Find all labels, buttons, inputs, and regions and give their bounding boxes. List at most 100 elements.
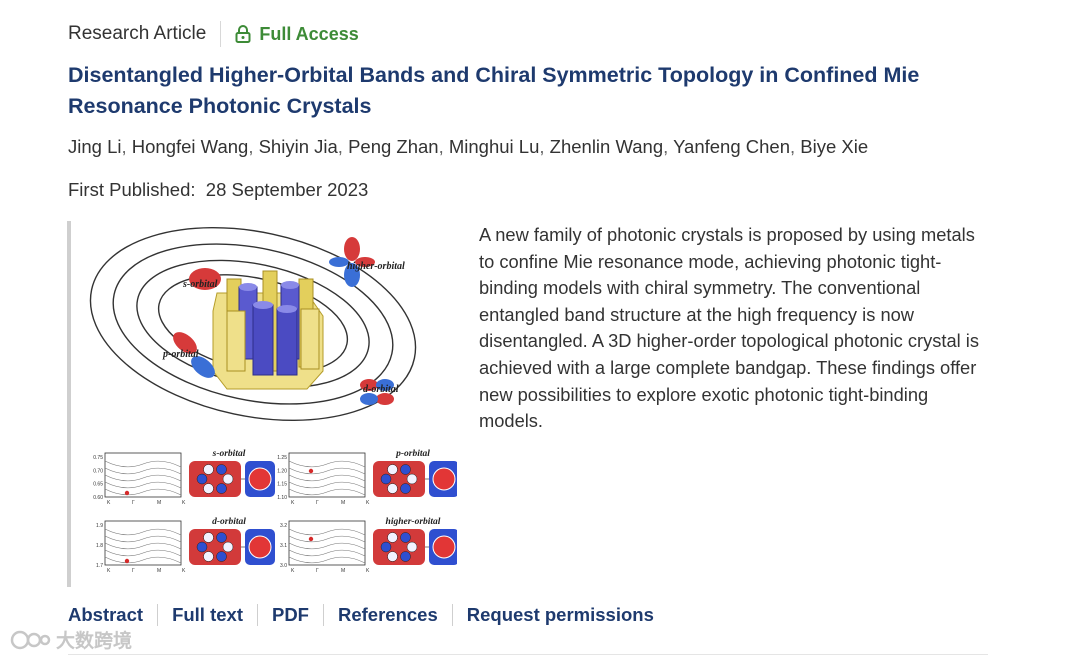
x-tick-label: M (157, 500, 161, 506)
author-separator: , (248, 136, 259, 157)
y-tick-label: 0.75 (93, 455, 103, 461)
field-lobe (400, 532, 411, 543)
y-tick-label: 1.10 (277, 495, 287, 501)
article-tabs: Abstract Full text PDF References Request pe… (68, 600, 654, 630)
header-divider (220, 21, 222, 47)
y-tick-label: 1.25 (277, 455, 287, 461)
field-lobe (196, 473, 208, 485)
y-tick-label: 1.7 (96, 563, 103, 569)
y-tick-label: 3.1 (280, 543, 287, 549)
watermark: 大数跨境 (10, 626, 132, 653)
author-name[interactable]: Jing Li (68, 136, 121, 157)
x-tick-label: Γ (316, 500, 319, 506)
field-lobe (406, 473, 418, 485)
author-name[interactable]: Peng Zhan (348, 136, 439, 157)
y-tick-label: 1.20 (277, 468, 287, 474)
field-zoom-circle (248, 535, 272, 559)
label-s-orbital: s-orbital (182, 279, 218, 290)
article-title[interactable]: Disentangled Higher-Orbital Bands and Ch… (68, 60, 1008, 122)
published-date: 28 September 2023 (205, 179, 369, 200)
label-p-orbital: p-orbital (162, 349, 199, 360)
tab-references[interactable]: References (338, 604, 438, 626)
x-tick-label: K (182, 568, 186, 574)
author-separator: , (121, 136, 132, 157)
watermark-text: 大数跨境 (56, 631, 133, 652)
author-name[interactable]: Zhenlin Wang (550, 136, 663, 157)
author-name[interactable]: Shiyin Jia (259, 136, 338, 157)
field-zoom-circle (248, 467, 272, 491)
x-tick-label: M (157, 568, 161, 574)
publication-date: First Published: 28 September 2023 (68, 179, 368, 201)
field-lobe (203, 464, 214, 475)
tab-divider (256, 604, 258, 626)
y-tick-label: 1.15 (277, 482, 287, 488)
x-tick-label: K (366, 568, 370, 574)
figure-graphic: higher-orbital s-orbital p-orbital d-orb… (89, 226, 457, 574)
tab-divider (157, 604, 159, 626)
author-name[interactable]: Biye Xie (800, 136, 868, 157)
field-lobe (203, 483, 214, 494)
graphical-abstract[interactable]: higher-orbital s-orbital p-orbital d-orb… (67, 221, 463, 587)
panel-title: s-orbital (212, 449, 246, 459)
author-name[interactable]: Hongfei Wang (132, 136, 249, 157)
panel-title: higher-orbital (386, 517, 441, 527)
band-point-marker (124, 490, 130, 496)
x-tick-label: Γ (132, 568, 135, 574)
x-tick-label: K (182, 500, 186, 506)
abstract-text: A new family of photonic crystals is pro… (479, 224, 979, 432)
author-list: Jing Li, Hongfei Wang, Shiyin Jia, Peng … (68, 136, 868, 158)
band-point-marker (308, 536, 314, 542)
x-tick-label: K (107, 500, 111, 506)
article-type-label: Research Article (68, 23, 207, 44)
field-lobe (406, 541, 418, 553)
access-label: Full Access (259, 23, 359, 44)
field-lobe (222, 473, 234, 485)
author-name[interactable]: Minghui Lu (449, 136, 540, 157)
bottom-divider (68, 654, 988, 655)
label-d-orbital: d-orbital (363, 384, 399, 395)
y-tick-label: 1.8 (96, 543, 103, 549)
tab-full-text[interactable]: Full text (172, 604, 243, 626)
field-lobe (387, 551, 398, 562)
y-tick-label: 0.65 (93, 482, 103, 488)
panel-title: p-orbital (395, 449, 430, 459)
band-panel: 3.2 3.1 3.0 K Γ M Khigher-orbital (280, 517, 457, 574)
band-panel: 1.9 1.8 1.7 K Γ M Kd-orbital (96, 517, 275, 574)
y-tick-label: 0.70 (93, 468, 103, 474)
field-lobe (387, 532, 398, 543)
access-badge: Full Access (235, 23, 359, 45)
field-lobe (387, 464, 398, 475)
tab-abstract[interactable]: Abstract (68, 604, 143, 626)
author-separator: , (663, 136, 674, 157)
field-lobe (196, 541, 208, 553)
x-tick-label: M (341, 500, 345, 506)
watermark-logo-icon (10, 630, 51, 649)
tab-divider (322, 604, 324, 626)
x-tick-label: M (341, 568, 345, 574)
x-tick-label: Γ (316, 568, 319, 574)
field-zoom-circle (432, 467, 456, 491)
y-tick-label: 3.0 (280, 563, 287, 569)
field-lobe (400, 483, 411, 494)
tab-pdf[interactable]: PDF (272, 604, 309, 626)
author-separator: , (790, 136, 801, 157)
band-panel: 0.75 0.70 0.65 0.60 K Γ M Ks-orbital (93, 449, 275, 506)
article-header: Research Article Full Access (68, 20, 359, 48)
field-lobe (203, 532, 214, 543)
field-lobe (216, 532, 227, 543)
field-zoom-circle (432, 535, 456, 559)
field-lobe (216, 464, 227, 475)
x-tick-label: Γ (132, 500, 135, 506)
y-tick-label: 3.2 (280, 523, 287, 529)
band-point-marker (308, 468, 314, 474)
author-name[interactable]: Yanfeng Chen (673, 136, 790, 157)
published-label: First Published: (68, 179, 196, 200)
tab-request-permissions[interactable]: Request permissions (467, 604, 654, 626)
band-structure-panels: 0.75 0.70 0.65 0.60 K Γ M Ks-orbital 1.25 1.20 1.1… (93, 449, 457, 574)
field-lobe (387, 483, 398, 494)
field-lobe (380, 473, 392, 485)
x-tick-label: K (291, 500, 295, 506)
x-tick-label: K (366, 500, 370, 506)
field-lobe (400, 464, 411, 475)
label-higher-orbital: higher-orbital (347, 261, 405, 272)
